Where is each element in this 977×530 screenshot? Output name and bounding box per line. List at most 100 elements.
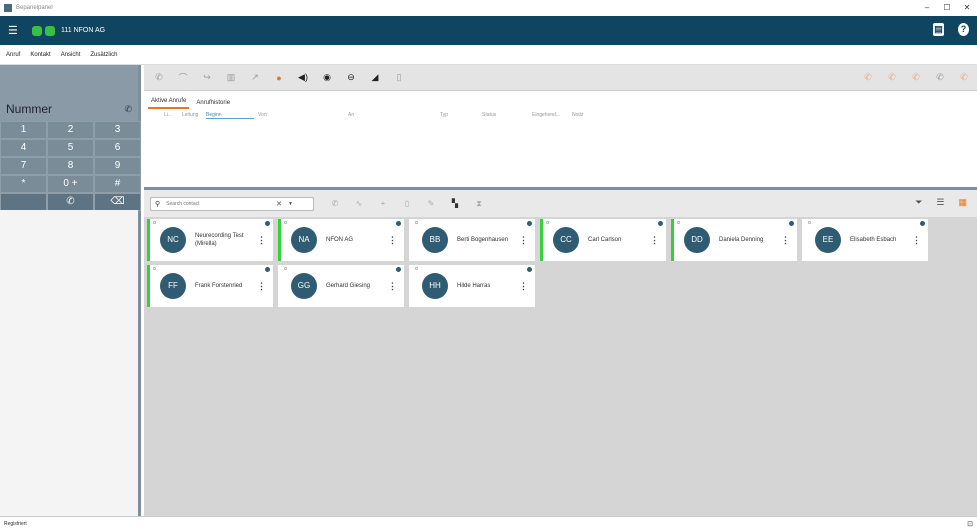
contact-voicemail-icon[interactable]: ∿ [354, 199, 364, 209]
col-typ[interactable]: Typ [440, 112, 448, 118]
contact-add-icon[interactable]: + [378, 199, 388, 209]
contact-call-icon[interactable]: ✆ [330, 199, 340, 209]
quick-call-3-icon[interactable]: ✆ [911, 72, 921, 83]
quick-call-2-icon[interactable]: ✆ [887, 72, 897, 83]
more-options-icon[interactable]: ⋮ [388, 235, 397, 246]
signal-icon[interactable]: ◢ [370, 72, 380, 83]
menu-item-zusaetzlich[interactable]: Zusätzlich [90, 52, 117, 58]
select-checkbox-icon[interactable] [808, 221, 811, 224]
dial-settings-icon[interactable]: ✆ [124, 104, 132, 115]
col-status[interactable]: Status [482, 112, 496, 118]
list-view-icon[interactable]: ☰ [936, 197, 944, 208]
quick-call-1-icon[interactable]: ✆ [863, 72, 873, 83]
call-icon[interactable]: ✆ [47, 193, 94, 211]
col-leitung[interactable]: Leitung [182, 112, 198, 118]
contact-card[interactable]: NC Neurecording Test (Mirella) ⋮ [147, 219, 273, 261]
select-checkbox-icon[interactable] [677, 221, 680, 224]
contact-sort-icon[interactable]: ⧗ [474, 199, 484, 209]
view-options: ⏷ ☰ ▦ [915, 197, 967, 208]
contact-card[interactable]: GG Gerhard Giesing ⋮ [278, 265, 404, 307]
number-field[interactable]: Nummer ✆ [0, 97, 138, 121]
key-6[interactable]: 6 [94, 139, 141, 157]
presence-status-icon[interactable] [45, 25, 55, 36]
backspace-icon[interactable]: ⌫ [94, 193, 141, 211]
more-options-icon[interactable]: ⋮ [781, 235, 790, 246]
contact-delete-icon[interactable]: ▯ [402, 199, 412, 209]
contact-card[interactable]: HH Hilde Harras ⋮ [409, 265, 535, 307]
tab-active-calls[interactable]: Aktive Anrufe [148, 95, 190, 109]
key-5[interactable]: 5 [47, 139, 94, 157]
key-hash[interactable]: # [94, 175, 141, 193]
search-input[interactable] [166, 200, 275, 207]
tab-call-history[interactable]: Anrufhistorie [193, 97, 233, 109]
minimize-icon[interactable]: – [917, 0, 937, 16]
maximize-icon[interactable]: ☐ [937, 0, 957, 16]
speaker-icon[interactable]: ◀) [298, 72, 308, 83]
select-checkbox-icon[interactable] [415, 221, 418, 224]
device-icon[interactable]: ▯ [394, 72, 404, 83]
key-1[interactable]: 1 [0, 121, 47, 139]
key-0[interactable]: 0 + [47, 175, 94, 193]
call-icon[interactable]: ✆ [154, 72, 164, 83]
col-eingehend[interactable]: Eingehend... [532, 112, 560, 118]
key-8[interactable]: 8 [47, 157, 94, 175]
col-notiz[interactable]: Notiz [572, 112, 583, 118]
menu-item-anruf[interactable]: Anruf [6, 52, 20, 58]
hamburger-menu-icon[interactable]: ☰ [8, 24, 22, 37]
col-li[interactable]: Li... [164, 112, 172, 118]
dnd-icon[interactable]: ⊖ [346, 72, 356, 83]
select-checkbox-icon[interactable] [153, 267, 156, 270]
key-star[interactable]: * [0, 175, 47, 193]
contact-card[interactable]: DD Daniela Denning ⋮ [671, 219, 797, 261]
menu-item-kontakt[interactable]: Kontakt [30, 52, 50, 58]
more-options-icon[interactable]: ⋮ [257, 281, 266, 292]
quick-call-4-icon[interactable]: ✆ [935, 72, 945, 83]
account-label: 111 NFON AG [61, 27, 106, 34]
more-options-icon[interactable]: ⋮ [519, 281, 528, 292]
contact-card[interactable]: EE Elisabeth Esbach ⋮ [802, 219, 928, 261]
status-bar: Registriert ⊡ [0, 516, 977, 530]
filter-icon[interactable]: ⏷ [915, 197, 922, 208]
contact-card[interactable]: FF Frank Forstenried ⋮ [147, 265, 273, 307]
select-checkbox-icon[interactable] [415, 267, 418, 270]
select-checkbox-icon[interactable] [153, 221, 156, 224]
more-options-icon[interactable]: ⋮ [650, 235, 659, 246]
notes-icon[interactable]: ▤ [933, 23, 944, 36]
contact-card[interactable]: CC Carl Carlson ⋮ [540, 219, 666, 261]
forward-icon[interactable]: ↗ [250, 72, 260, 83]
contact-edit-icon[interactable]: ✎ [426, 199, 436, 209]
more-options-icon[interactable]: ⋮ [257, 235, 266, 246]
key-7[interactable]: 7 [0, 157, 47, 175]
key-9[interactable]: 9 [94, 157, 141, 175]
help-icon[interactable]: ? [958, 23, 969, 36]
microphone-icon[interactable]: ● [274, 73, 284, 83]
key-4[interactable]: 4 [0, 139, 47, 157]
menu-item-ansicht[interactable]: Ansicht [61, 52, 81, 58]
select-checkbox-icon[interactable] [546, 221, 549, 224]
grid-view-icon[interactable]: ▦ [958, 197, 967, 208]
key-3[interactable]: 3 [94, 121, 141, 139]
contact-card[interactable]: BB Berti Bogenhausen ⋮ [409, 219, 535, 261]
clear-search-icon[interactable]: ✕ [276, 200, 282, 208]
col-an[interactable]: An [348, 112, 354, 118]
status-bar-icon[interactable]: ⊡ [967, 520, 973, 528]
close-icon[interactable]: ✕ [957, 0, 977, 16]
contact-card[interactable]: NA NFON AG ⋮ [278, 219, 404, 261]
quick-call-5-icon[interactable]: ✆ [959, 72, 969, 83]
chevron-down-icon[interactable]: ▼ [288, 201, 293, 207]
transfer-icon[interactable]: ↪ [202, 72, 212, 83]
col-von[interactable]: Von [258, 112, 267, 118]
more-options-icon[interactable]: ⋮ [912, 235, 921, 246]
contact-group-icon[interactable]: ▚ [450, 199, 460, 209]
record-icon[interactable]: ◉ [322, 72, 332, 83]
more-options-icon[interactable]: ⋮ [519, 235, 528, 246]
hangup-icon[interactable]: ⌒ [178, 71, 188, 84]
col-beginn[interactable]: Beginn [206, 112, 254, 119]
avatar: GG [291, 273, 317, 299]
hold-icon[interactable]: ▥ [226, 72, 236, 83]
select-checkbox-icon[interactable] [284, 267, 287, 270]
more-options-icon[interactable]: ⋮ [388, 281, 397, 292]
select-checkbox-icon[interactable] [284, 221, 287, 224]
status-indicators [32, 25, 55, 36]
key-2[interactable]: 2 [47, 121, 94, 139]
